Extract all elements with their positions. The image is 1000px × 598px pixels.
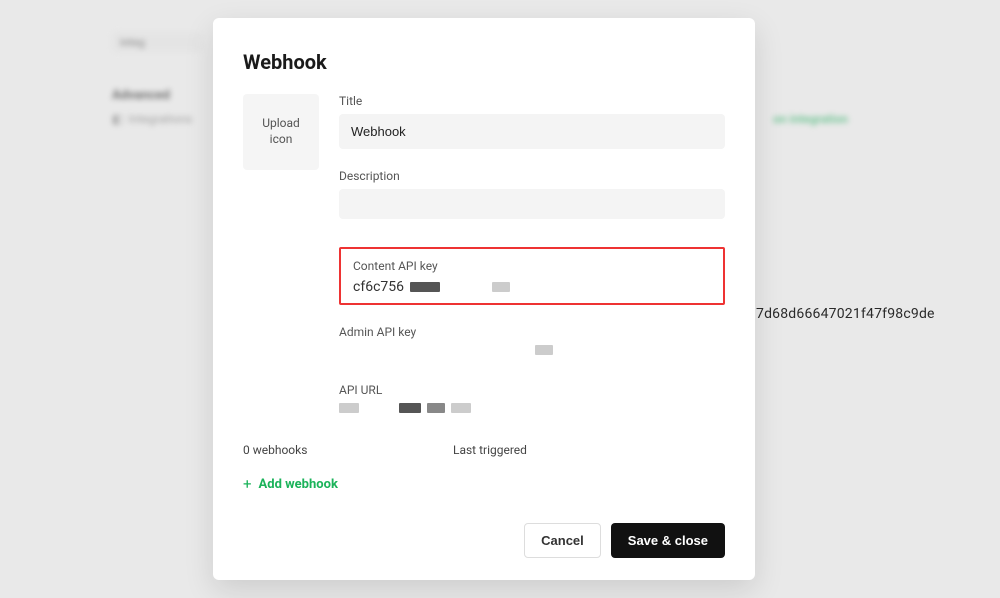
description-label: Description [339, 169, 725, 183]
title-label: Title [339, 94, 725, 108]
bg-add-integration-link: on integration [773, 112, 848, 126]
bg-integrations-item: ◧ Integrations [112, 112, 192, 126]
content-api-prefix: cf6c756 [353, 279, 404, 295]
content-api-label: Content API key [353, 259, 711, 273]
webhooks-count-label: 0 webhooks [243, 443, 453, 457]
api-section: Content API key cf6c756 Admin API key AP… [339, 247, 725, 441]
admin-api-block: Admin API key [339, 325, 725, 355]
title-input[interactable] [339, 114, 725, 149]
api-url-value[interactable] [339, 403, 725, 413]
description-input[interactable] [339, 189, 725, 219]
last-triggered-label: Last triggered [453, 443, 527, 457]
admin-api-label: Admin API key [339, 325, 725, 339]
admin-api-key-overflow: 7d68d66647021f47f98c9de [756, 306, 935, 322]
add-webhook-label: Add webhook [259, 477, 338, 492]
modal-title: Webhook [243, 50, 725, 74]
content-api-value[interactable]: cf6c756 [353, 279, 711, 295]
api-url-block: API URL [339, 383, 725, 413]
redacted-segment [399, 403, 421, 413]
bg-search-hint: integ [112, 32, 202, 52]
redacted-segment [535, 345, 553, 355]
upload-icon-button[interactable]: Upload icon [243, 94, 319, 170]
bg-advanced-label: Advanced [112, 88, 170, 103]
save-close-button[interactable]: Save & close [611, 523, 725, 558]
api-url-label: API URL [339, 383, 725, 397]
redacted-segment [410, 282, 440, 292]
admin-api-value[interactable] [339, 345, 725, 355]
redacted-segment [451, 403, 471, 413]
modal-footer: Cancel Save & close [243, 523, 725, 558]
form-fields-col: Title Description [339, 94, 725, 219]
webhook-modal: Webhook Upload icon Title Description Co… [213, 18, 755, 580]
add-webhook-button[interactable]: + Add webhook [243, 475, 725, 493]
content-api-highlight: Content API key cf6c756 [339, 247, 725, 305]
bg-integrations-label: Integrations [128, 112, 192, 126]
upload-label-2: icon [270, 132, 293, 148]
redacted-segment [492, 282, 510, 292]
webhooks-row: 0 webhooks Last triggered [243, 443, 725, 457]
plus-icon: + [243, 475, 252, 493]
form-top-row: Upload icon Title Description [243, 94, 725, 219]
cancel-button[interactable]: Cancel [524, 523, 601, 558]
upload-label-1: Upload [262, 116, 300, 132]
redacted-segment [339, 403, 359, 413]
puzzle-icon: ◧ [112, 112, 123, 126]
redacted-segment [427, 403, 445, 413]
